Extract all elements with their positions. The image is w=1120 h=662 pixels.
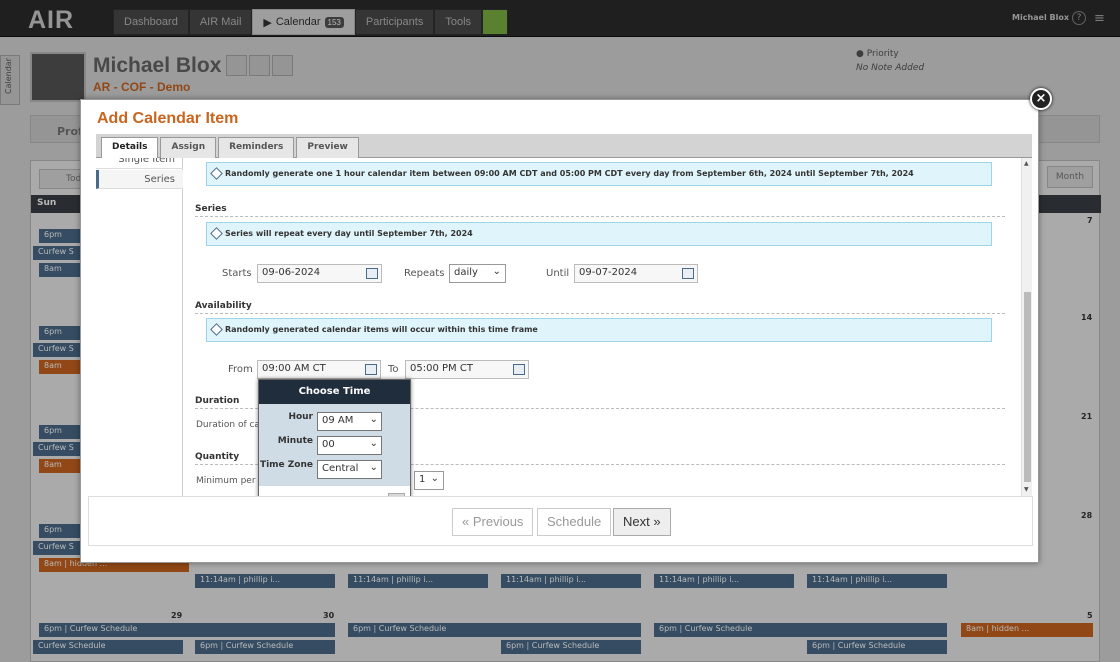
to-value: 05:00 PM CT	[410, 363, 473, 374]
content-scrollbar[interactable]: ▲ ▼	[1021, 158, 1032, 496]
info-banner-summary: Randomly generate one 1 hour calendar it…	[206, 162, 992, 186]
choose-time-popup: Choose Time Hour 09 AM ⌄ Minute 00 ⌄ Tim…	[258, 379, 411, 514]
tab-assign[interactable]: Assign	[160, 137, 217, 158]
availability-info-text: Randomly generated calendar items will o…	[225, 325, 538, 334]
item-type-nav: Single Item Series	[96, 158, 183, 496]
scroll-thumb[interactable]	[1024, 292, 1031, 482]
picker-title: Choose Time	[259, 380, 410, 404]
repeats-value: daily	[454, 267, 478, 278]
tab-details[interactable]: Details	[101, 137, 159, 158]
until-value: 09-07-2024	[579, 267, 638, 278]
minute-label: Minute	[277, 436, 313, 446]
hour-value: 09 AM	[322, 415, 354, 426]
from-time-field[interactable]: 09:00 AM CT	[257, 360, 381, 379]
section-availability: Availability	[195, 301, 1005, 314]
dialog-tabbar: Details Assign Reminders Preview	[96, 134, 1032, 158]
from-value: 09:00 AM CT	[262, 363, 326, 374]
to-time-field[interactable]: 05:00 PM CT	[405, 360, 529, 379]
minute-value: 00	[322, 439, 335, 450]
calendar-icon[interactable]	[365, 364, 377, 375]
details-content: Single Item Series Randomly generate one…	[96, 158, 1032, 496]
starts-value: 09-06-2024	[262, 267, 321, 278]
add-calendar-item-dialog: Add Calendar Item × Details Assign Remin…	[80, 88, 1052, 563]
from-label: From	[228, 364, 253, 375]
series-info-text: Series will repeat every day until Septe…	[225, 229, 473, 238]
scroll-down-icon[interactable]: ▼	[1024, 486, 1029, 493]
repeats-label: Repeats	[404, 268, 445, 279]
info-banner-series: Series will repeat every day until Septe…	[206, 222, 992, 246]
calendar-icon[interactable]	[513, 364, 525, 375]
timezone-label: Time Zone	[259, 460, 313, 470]
side-item-single[interactable]: Single Item	[96, 158, 183, 169]
minute-select[interactable]: 00 ⌄	[317, 436, 382, 455]
calendar-icon[interactable]	[682, 268, 694, 279]
quantity-select[interactable]: 1 ⌄	[414, 471, 444, 490]
repeats-select[interactable]: daily ⌄	[449, 264, 506, 283]
schedule-button[interactable]: Schedule	[537, 508, 612, 536]
chevron-down-icon: ⌄	[430, 473, 439, 484]
scroll-up-icon[interactable]: ▲	[1024, 160, 1029, 167]
previous-button[interactable]: « Previous	[452, 508, 534, 536]
info-banner-availability: Randomly generated calendar items will o…	[206, 318, 992, 342]
starts-date-field[interactable]: 09-06-2024	[257, 264, 382, 283]
section-series: Series	[195, 204, 1005, 217]
quantity-value: 1	[419, 474, 426, 485]
next-button[interactable]: Next »	[613, 508, 671, 536]
info-icon	[210, 167, 223, 180]
summary-text: Randomly generate one 1 hour calendar it…	[225, 169, 914, 178]
hour-select[interactable]: 09 AM ⌄	[317, 412, 382, 431]
tab-reminders[interactable]: Reminders	[218, 137, 295, 158]
starts-label: Starts	[222, 268, 252, 279]
chevron-down-icon: ⌄	[369, 462, 378, 473]
info-icon	[210, 323, 223, 336]
hour-label: Hour	[288, 412, 313, 422]
side-item-series[interactable]: Series	[96, 170, 183, 189]
until-label: Until	[546, 268, 570, 279]
timezone-select[interactable]: Central ⌄	[317, 460, 382, 479]
quantity-label: Minimum per	[196, 476, 256, 486]
chevron-down-icon: ⌄	[369, 414, 378, 425]
info-icon	[210, 227, 223, 240]
chevron-down-icon: ⌄	[492, 266, 501, 277]
to-label: To	[388, 364, 399, 375]
close-icon[interactable]: ×	[1030, 88, 1052, 110]
dialog-footer: « Previous Schedule Next »	[88, 496, 1033, 546]
timezone-value: Central	[322, 463, 359, 474]
duration-label: Duration of ca	[196, 420, 260, 430]
calendar-icon[interactable]	[366, 268, 378, 279]
picker-body: Hour 09 AM ⌄ Minute 00 ⌄ Time Zone Centr…	[259, 404, 410, 486]
dialog-title: Add Calendar Item	[97, 110, 239, 127]
chevron-down-icon: ⌄	[369, 438, 378, 449]
until-date-field[interactable]: 09-07-2024	[574, 264, 698, 283]
tab-preview[interactable]: Preview	[296, 137, 359, 158]
